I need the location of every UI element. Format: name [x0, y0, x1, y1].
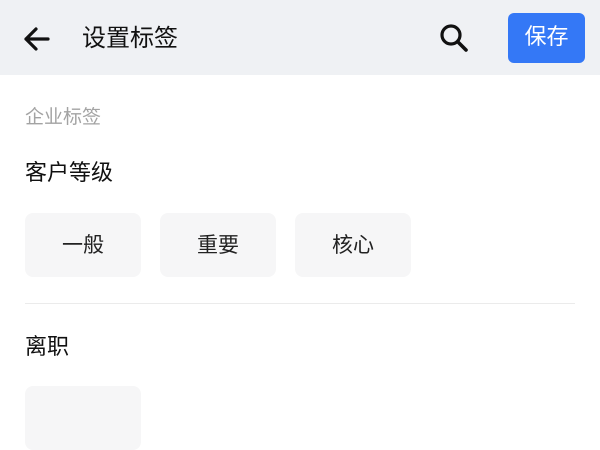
tag-general[interactable]: 一般: [25, 213, 141, 277]
tag-resigned-first[interactable]: [25, 386, 141, 450]
tag-core[interactable]: 核心: [295, 213, 411, 277]
section-label-enterprise-tags: 企业标签: [25, 106, 102, 128]
search-icon: [440, 24, 468, 52]
save-button[interactable]: 保存: [508, 13, 585, 63]
page-title: 设置标签: [82, 24, 178, 52]
group-divider: [25, 303, 575, 304]
search-button[interactable]: [436, 20, 472, 56]
group-title-resigned: 离职: [25, 335, 70, 360]
top-bar: 设置标签 保存: [0, 0, 600, 75]
group-title-customer-level: 客户等级: [25, 161, 114, 186]
back-button[interactable]: [18, 20, 56, 58]
tag-important[interactable]: 重要: [160, 213, 276, 277]
arrow-left-icon: [24, 27, 50, 51]
